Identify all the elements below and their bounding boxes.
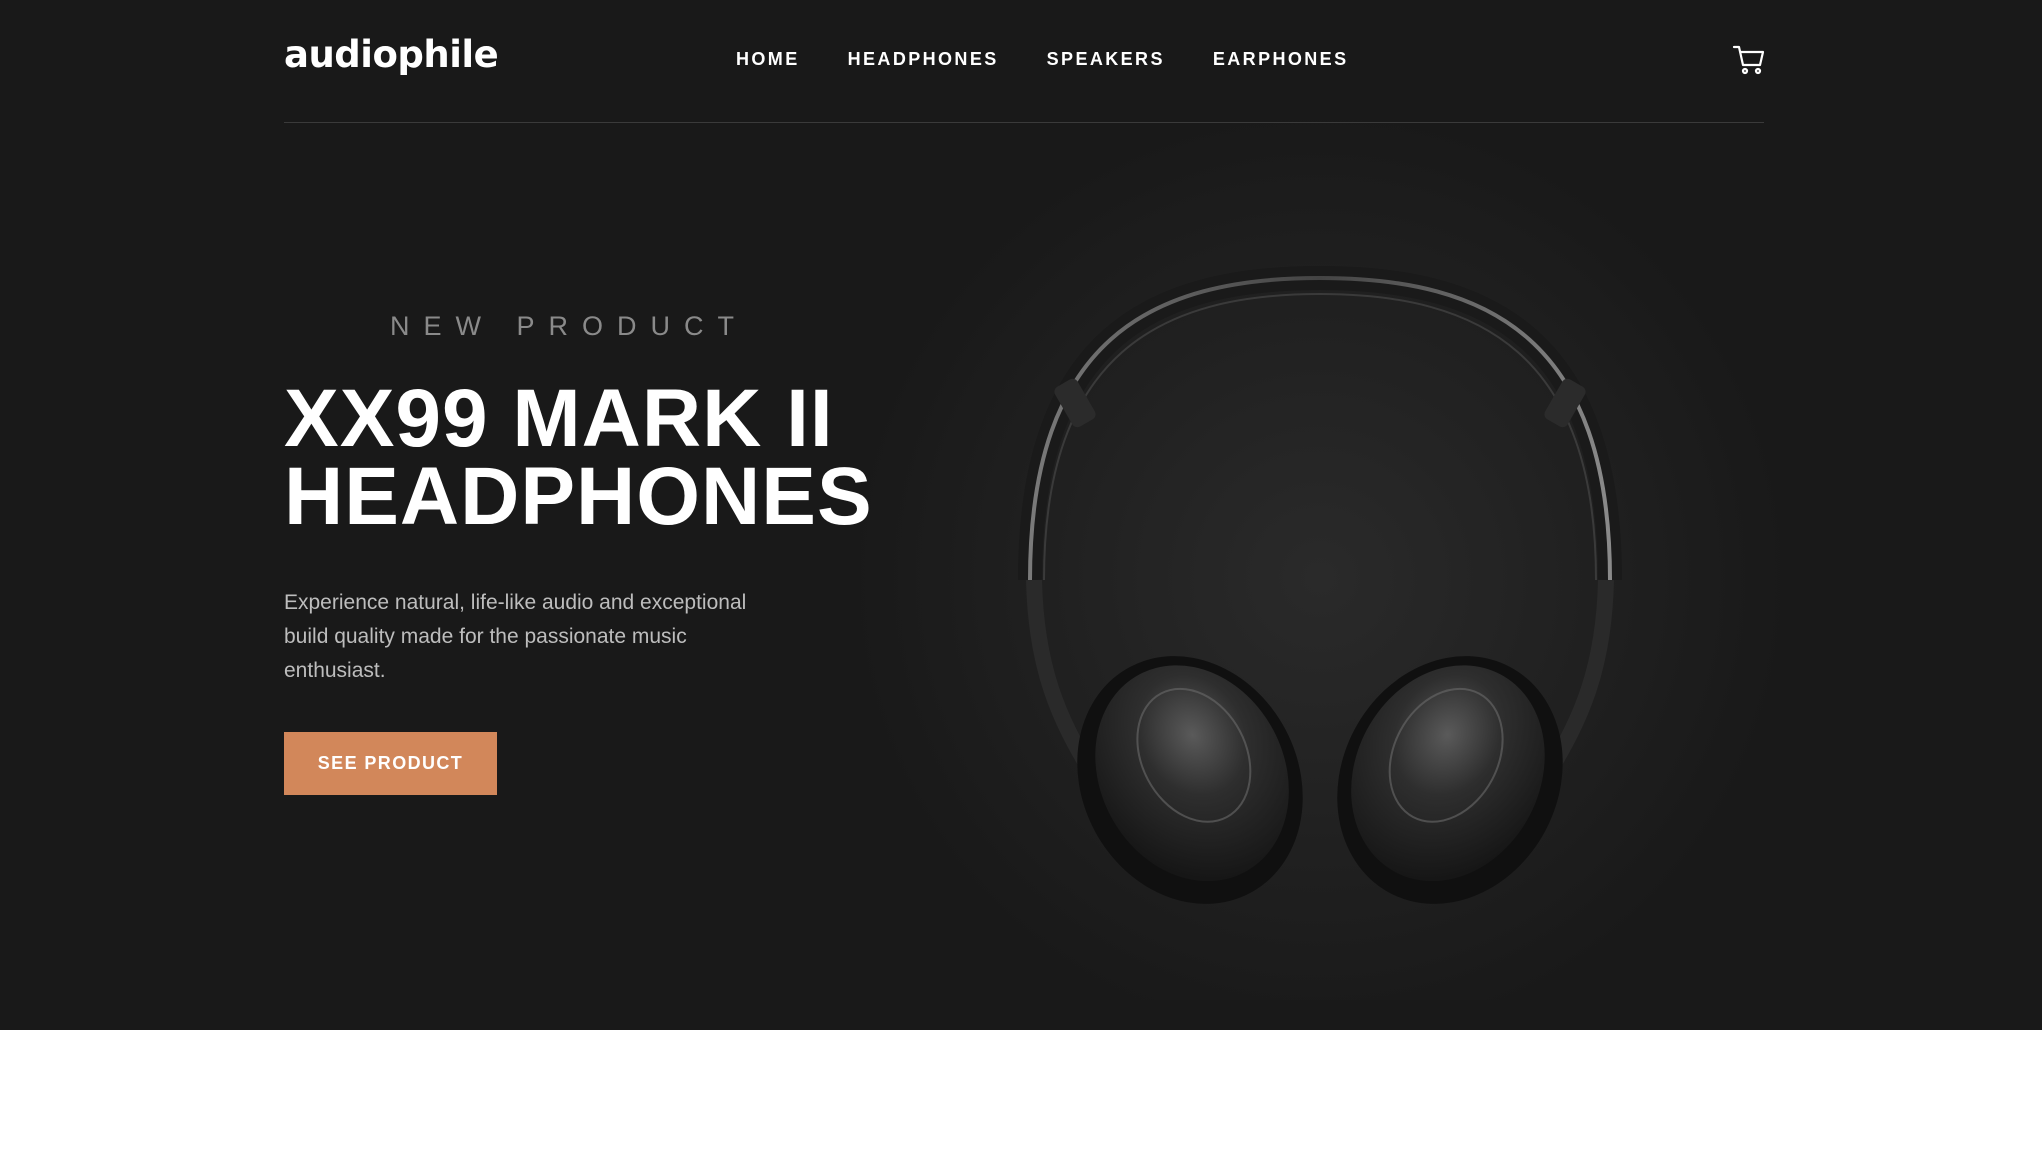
see-product-button[interactable]: SEE PRODUCT (284, 732, 497, 795)
headphones-image (1000, 250, 1640, 910)
hero-title-line1: XX99 MARK II (284, 373, 834, 464)
hero-section: audiophile HOME HEADPHONES SPEAKERS EARP… (0, 0, 2042, 1030)
nav-earphones[interactable]: EARPHONES (1213, 46, 1349, 72)
main-nav: HOME HEADPHONES SPEAKERS EARPHONES (736, 46, 1397, 72)
hero-title-line2: HEADPHONES (284, 451, 873, 542)
cart-icon[interactable] (1732, 42, 1766, 76)
header-divider (284, 122, 1764, 123)
hero-title: XX99 MARK II HEADPHONES (284, 373, 924, 542)
nav-home[interactable]: HOME (736, 46, 800, 72)
nav-headphones[interactable]: HEADPHONES (848, 46, 999, 72)
hero-description: Experience natural, life-like audio and … (284, 591, 747, 682)
nav-speakers[interactable]: SPEAKERS (1047, 46, 1165, 72)
new-product-label: NEW PRODUCT (390, 311, 748, 341)
logo[interactable]: audiophile (284, 30, 499, 80)
